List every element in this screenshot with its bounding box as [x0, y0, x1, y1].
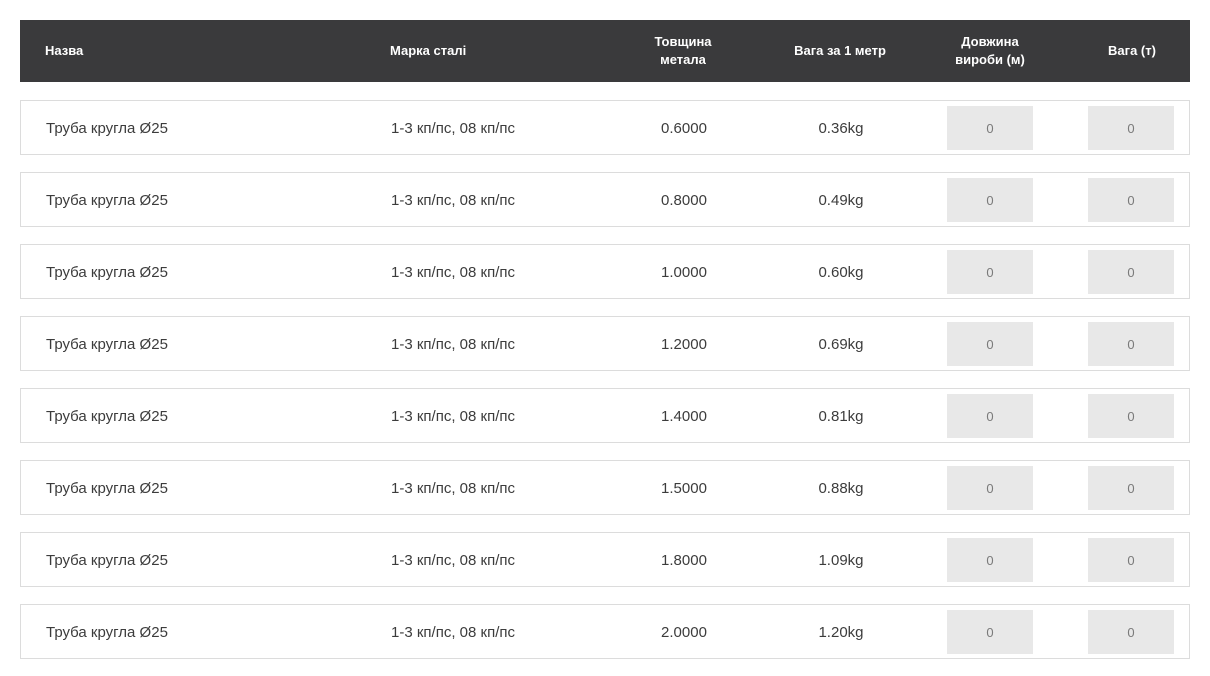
cell-name: Труба кругла Ø25 [46, 264, 168, 281]
header-length: Довжина вироби (м) [930, 20, 1050, 82]
table-row: Труба кругла Ø25 1-3 кп/пс, 08 кп/пс 1.2… [20, 316, 1190, 371]
length-input[interactable]: 0 [947, 250, 1033, 294]
cell-thickness: 1.8000 [661, 552, 707, 569]
weight-tons-input[interactable]: 0 [1088, 466, 1174, 510]
header-length-line2: вироби (м) [955, 52, 1025, 67]
cell-weight-per-meter: 0.36kg [818, 120, 864, 137]
header-weight-per-meter-label: Вага за 1 метр [794, 43, 886, 58]
weight-tons-input[interactable]: 0 [1088, 394, 1174, 438]
table-row: Труба кругла Ø25 1-3 кп/пс, 08 кп/пс 2.0… [20, 604, 1190, 659]
pipe-weight-table: Назва Марка сталі Товщина метала Вага за… [20, 20, 1190, 659]
header-thickness-line2: метала [660, 52, 706, 67]
cell-name: Труба кругла Ø25 [46, 480, 168, 497]
weight-tons-input[interactable]: 0 [1088, 106, 1174, 150]
cell-steel-grade: 1-3 кп/пс, 08 кп/пс [391, 480, 515, 497]
cell-name: Труба кругла Ø25 [46, 552, 168, 569]
cell-name: Труба кругла Ø25 [46, 624, 168, 641]
table-row: Труба кругла Ø25 1-3 кп/пс, 08 кп/пс 0.6… [20, 100, 1190, 155]
weight-tons-input[interactable]: 0 [1088, 250, 1174, 294]
weight-tons-input[interactable]: 0 [1088, 322, 1174, 366]
table-row: Труба кругла Ø25 1-3 кп/пс, 08 кп/пс 1.8… [20, 532, 1190, 587]
table-row: Труба кругла Ø25 1-3 кп/пс, 08 кп/пс 1.5… [20, 460, 1190, 515]
cell-thickness: 1.5000 [661, 480, 707, 497]
cell-steel-grade: 1-3 кп/пс, 08 кп/пс [391, 624, 515, 641]
weight-tons-input[interactable]: 0 [1088, 538, 1174, 582]
length-input[interactable]: 0 [947, 394, 1033, 438]
header-weight-tons-label: Вага (т) [1108, 43, 1156, 58]
table-row: Труба кругла Ø25 1-3 кп/пс, 08 кп/пс 0.8… [20, 172, 1190, 227]
cell-name: Труба кругла Ø25 [46, 408, 168, 425]
length-input[interactable]: 0 [947, 322, 1033, 366]
length-input[interactable]: 0 [947, 178, 1033, 222]
length-input[interactable]: 0 [947, 538, 1033, 582]
table-row: Труба кругла Ø25 1-3 кп/пс, 08 кп/пс 1.0… [20, 244, 1190, 299]
table-row: Труба кругла Ø25 1-3 кп/пс, 08 кп/пс 1.4… [20, 388, 1190, 443]
cell-name: Труба кругла Ø25 [46, 120, 168, 137]
header-thickness-line1: Товщина [654, 34, 712, 49]
cell-steel-grade: 1-3 кп/пс, 08 кп/пс [391, 336, 515, 353]
header-name: Назва [45, 20, 345, 82]
header-length-line1: Довжина [961, 34, 1019, 49]
cell-weight-per-meter: 0.69kg [818, 336, 864, 353]
length-input[interactable]: 0 [947, 610, 1033, 654]
cell-name: Труба кругла Ø25 [46, 336, 168, 353]
cell-thickness: 1.4000 [661, 408, 707, 425]
cell-weight-per-meter: 1.20kg [818, 624, 864, 641]
cell-weight-per-meter: 1.09kg [818, 552, 864, 569]
cell-thickness: 1.0000 [661, 264, 707, 281]
table-header: Назва Марка сталі Товщина метала Вага за… [20, 20, 1190, 82]
cell-steel-grade: 1-3 кп/пс, 08 кп/пс [391, 120, 515, 137]
cell-weight-per-meter: 0.60kg [818, 264, 864, 281]
length-input[interactable]: 0 [947, 106, 1033, 150]
cell-steel-grade: 1-3 кп/пс, 08 кп/пс [391, 408, 515, 425]
header-thickness: Товщина метала [623, 20, 743, 82]
cell-steel-grade: 1-3 кп/пс, 08 кп/пс [391, 552, 515, 569]
weight-tons-input[interactable]: 0 [1088, 610, 1174, 654]
cell-thickness: 0.6000 [661, 120, 707, 137]
cell-name: Труба кругла Ø25 [46, 192, 168, 209]
cell-weight-per-meter: 0.88kg [818, 480, 864, 497]
cell-steel-grade: 1-3 кп/пс, 08 кп/пс [391, 264, 515, 281]
cell-steel-grade: 1-3 кп/пс, 08 кп/пс [391, 192, 515, 209]
cell-thickness: 1.2000 [661, 336, 707, 353]
weight-tons-input[interactable]: 0 [1088, 178, 1174, 222]
header-steel-grade: Марка сталі [390, 20, 590, 82]
table-body: Труба кругла Ø25 1-3 кп/пс, 08 кп/пс 0.6… [20, 100, 1190, 676]
header-weight-per-meter: Вага за 1 метр [778, 20, 902, 82]
header-steel-grade-label: Марка сталі [390, 43, 467, 58]
header-name-label: Назва [45, 43, 84, 58]
cell-weight-per-meter: 0.49kg [818, 192, 864, 209]
cell-thickness: 0.8000 [661, 192, 707, 209]
header-weight-tons: Вага (т) [1072, 20, 1192, 82]
cell-thickness: 2.0000 [661, 624, 707, 641]
length-input[interactable]: 0 [947, 466, 1033, 510]
cell-weight-per-meter: 0.81kg [818, 408, 864, 425]
